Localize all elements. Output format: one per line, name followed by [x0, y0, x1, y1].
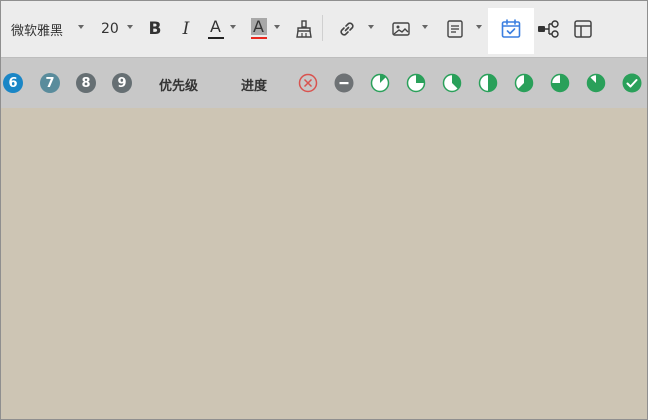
image-icon [392, 22, 410, 36]
priority-7-label: 7 [45, 75, 55, 91]
done-progress-icon[interactable] [622, 73, 642, 93]
highlight-letter: A [253, 17, 264, 36]
marker-bar: 6 7 8 9 优先级 进度 [1, 58, 647, 108]
font-color-caret-icon[interactable] [230, 25, 236, 29]
font-color-letter: A [210, 17, 221, 36]
highlight-caret-icon[interactable] [274, 25, 280, 29]
link-caret-icon[interactable] [368, 25, 374, 29]
priority-6-label: 6 [8, 75, 18, 91]
priority-9-label: 9 [117, 75, 127, 91]
bold-label: B [148, 19, 162, 39]
font-family-select[interactable]: 微软雅黑 [11, 1, 63, 57]
clear-format-icon [296, 20, 312, 38]
highlight-underline [251, 37, 267, 39]
note-caret-icon[interactable] [476, 25, 482, 29]
progress-4-of-8-icon[interactable] [478, 73, 498, 93]
priority-label: 优先级 [159, 79, 199, 94]
font-color-button[interactable]: A [205, 1, 227, 57]
priority-7-marker[interactable]: 7 [40, 73, 60, 93]
progress-label: 进度 [241, 79, 268, 94]
highlight-color-button[interactable]: A [248, 1, 270, 57]
progress-2-of-8-icon[interactable] [406, 73, 426, 93]
canvas-area[interactable] [1, 108, 647, 419]
progress-7-of-8-icon[interactable] [586, 73, 606, 93]
link-button[interactable] [336, 1, 358, 57]
toolbar-separator [322, 15, 323, 41]
image-button[interactable] [390, 1, 412, 57]
progress-3-of-8-icon[interactable] [442, 73, 462, 93]
relation-button[interactable] [536, 1, 562, 57]
calendar-check-icon [501, 19, 521, 38]
priority-8-label: 8 [81, 75, 91, 91]
bold-button[interactable]: B [145, 1, 165, 57]
editor-window: 微软雅黑 20 B I A A 6 7 8 9 优先级 进度 [0, 0, 648, 420]
font-size-select[interactable]: 20 [101, 1, 119, 57]
note-button[interactable] [444, 1, 466, 57]
pause-progress-icon[interactable] [334, 73, 354, 93]
italic-label: I [182, 19, 190, 39]
font-family-caret-icon[interactable] [78, 25, 84, 29]
task-button[interactable] [488, 8, 534, 54]
font-color-underline [208, 37, 224, 39]
layout-icon [574, 20, 592, 38]
progress-1-of-8-icon[interactable] [370, 73, 390, 93]
link-icon [340, 22, 354, 36]
format-toolbar: 微软雅黑 20 B I A A [1, 1, 647, 58]
font-size-value: 20 [101, 21, 119, 37]
font-size-caret-icon[interactable] [127, 25, 133, 29]
priority-9-marker[interactable]: 9 [112, 73, 132, 93]
font-family-value: 微软雅黑 [11, 23, 64, 39]
note-icon [447, 20, 463, 38]
image-caret-icon[interactable] [422, 25, 428, 29]
priority-6-marker[interactable]: 6 [3, 73, 23, 93]
progress-6-of-8-icon[interactable] [550, 73, 570, 93]
cancel-progress-icon[interactable] [298, 73, 318, 93]
priority-8-marker[interactable]: 8 [76, 73, 96, 93]
layout-button[interactable] [572, 1, 594, 57]
italic-button[interactable]: I [176, 1, 196, 57]
progress-5-of-8-icon[interactable] [514, 73, 534, 93]
clear-format-button[interactable] [293, 1, 315, 57]
relation-icon [538, 20, 559, 38]
